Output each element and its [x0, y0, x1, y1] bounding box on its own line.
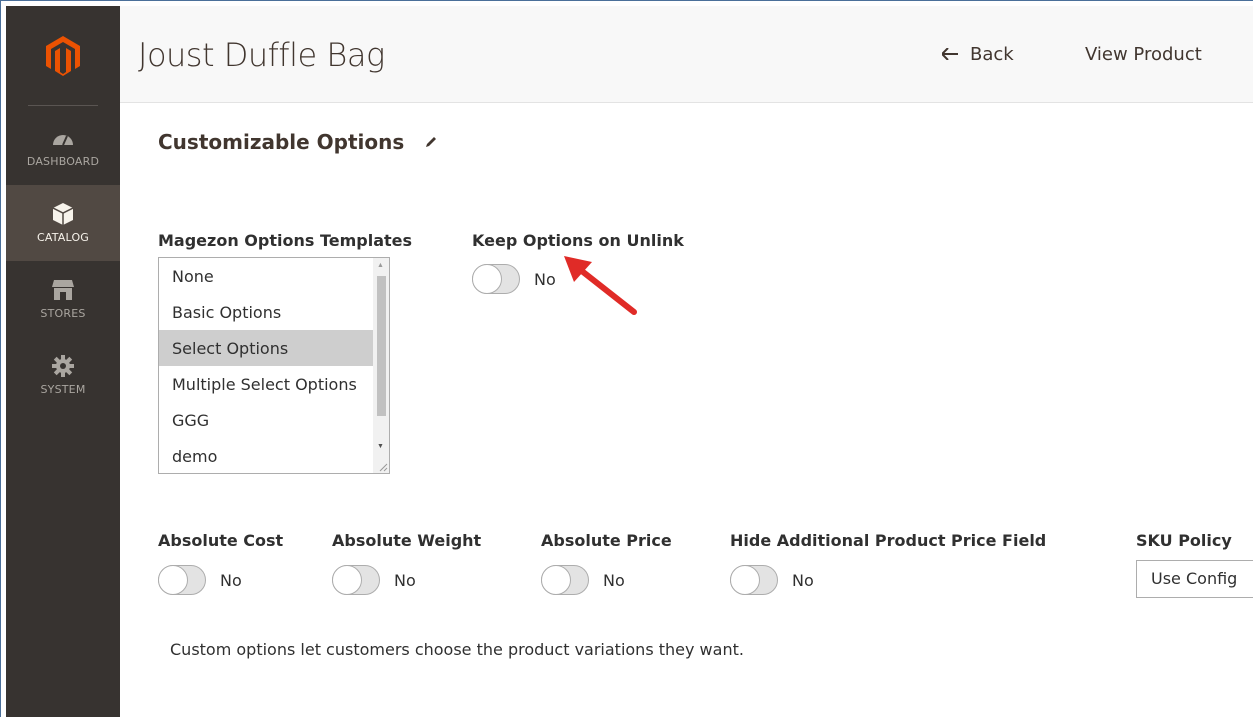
toggle-value: No — [603, 570, 625, 590]
toggle-switch[interactable] — [332, 565, 380, 595]
nav-system[interactable]: SYSTEM — [6, 337, 120, 413]
toggle-value: No — [534, 269, 556, 289]
page-title: Joust Duffle Bag — [138, 36, 385, 74]
page-header: Joust Duffle Bag Back View Product — [120, 6, 1253, 103]
list-item[interactable]: None — [159, 258, 375, 294]
nav-catalog[interactable]: CATALOG — [6, 185, 120, 261]
keep-options-label: Keep Options on Unlink — [472, 231, 684, 250]
nav-system-label: SYSTEM — [40, 382, 86, 396]
logo-divider — [28, 105, 98, 106]
toggle-knob — [730, 565, 760, 595]
toggle-knob — [472, 264, 502, 294]
absolute-weight-label: Absolute Weight — [332, 531, 482, 550]
toggle-value: No — [220, 570, 242, 590]
absolute-price-label: Absolute Price — [541, 531, 672, 550]
keep-options-toggle[interactable]: No — [472, 264, 556, 294]
scroll-thumb[interactable] — [377, 276, 386, 416]
sku-policy-label: SKU Policy — [1136, 531, 1232, 550]
sku-policy-select[interactable]: Use Config — [1136, 560, 1253, 598]
toggle-switch[interactable] — [472, 264, 520, 294]
absolute-cost-label: Absolute Cost — [158, 531, 284, 550]
listbox-scrollbar[interactable]: ▲ ▼ — [373, 258, 389, 473]
section-title-text: Customizable Options — [158, 130, 405, 154]
scroll-up-icon[interactable]: ▲ — [377, 262, 384, 269]
catalog-box-icon — [52, 202, 74, 225]
nav-stores[interactable]: STORES — [6, 261, 120, 337]
toggle-value: No — [394, 570, 416, 590]
nav-stores-label: STORES — [40, 306, 86, 320]
list-item[interactable]: demo — [159, 438, 375, 473]
annotation-arrow-icon — [564, 256, 637, 315]
gear-icon — [52, 354, 74, 377]
help-note: Custom options let customers choose the … — [170, 640, 744, 659]
back-button-label: Back — [970, 44, 1014, 65]
toggle-switch[interactable] — [730, 565, 778, 595]
list-item[interactable]: Multiple Select Options — [159, 366, 375, 402]
nav-dashboard[interactable]: DASHBOARD — [6, 109, 120, 185]
toggle-switch[interactable] — [158, 565, 206, 595]
magento-logo[interactable] — [6, 6, 120, 106]
templates-label: Magezon Options Templates — [158, 231, 413, 250]
absolute-weight-toggle[interactable]: No — [332, 565, 416, 595]
admin-sidebar: DASHBOARD CATALOG STORES SYSTEM — [6, 6, 120, 717]
toggle-knob — [541, 565, 571, 595]
absolute-price-toggle[interactable]: No — [541, 565, 625, 595]
list-item[interactable]: Basic Options — [159, 294, 375, 330]
toggle-value: No — [792, 570, 814, 590]
toggle-knob — [158, 565, 188, 595]
list-item[interactable]: GGG — [159, 402, 375, 438]
arrow-left-icon — [940, 44, 958, 65]
toggle-switch[interactable] — [541, 565, 589, 595]
stores-icon — [52, 279, 74, 301]
view-product-button[interactable]: View Product — [1085, 44, 1202, 65]
resize-grip-icon[interactable] — [376, 460, 388, 472]
nav-dashboard-label: DASHBOARD — [26, 154, 100, 168]
templates-listbox[interactable]: None Basic Options Select Options Multip… — [158, 257, 390, 474]
list-item-selected[interactable]: Select Options — [159, 330, 375, 366]
section-title: Customizable Options — [158, 130, 438, 154]
pencil-icon[interactable] — [424, 130, 438, 154]
back-button[interactable]: Back — [940, 44, 1014, 65]
hide-price-field-toggle[interactable]: No — [730, 565, 814, 595]
absolute-cost-toggle[interactable]: No — [158, 565, 242, 595]
dashboard-icon — [52, 127, 74, 149]
scroll-down-icon[interactable]: ▼ — [377, 443, 384, 450]
hide-price-field-label: Hide Additional Product Price Field — [730, 531, 1047, 550]
nav-catalog-label: CATALOG — [36, 230, 90, 244]
toggle-knob — [332, 565, 362, 595]
